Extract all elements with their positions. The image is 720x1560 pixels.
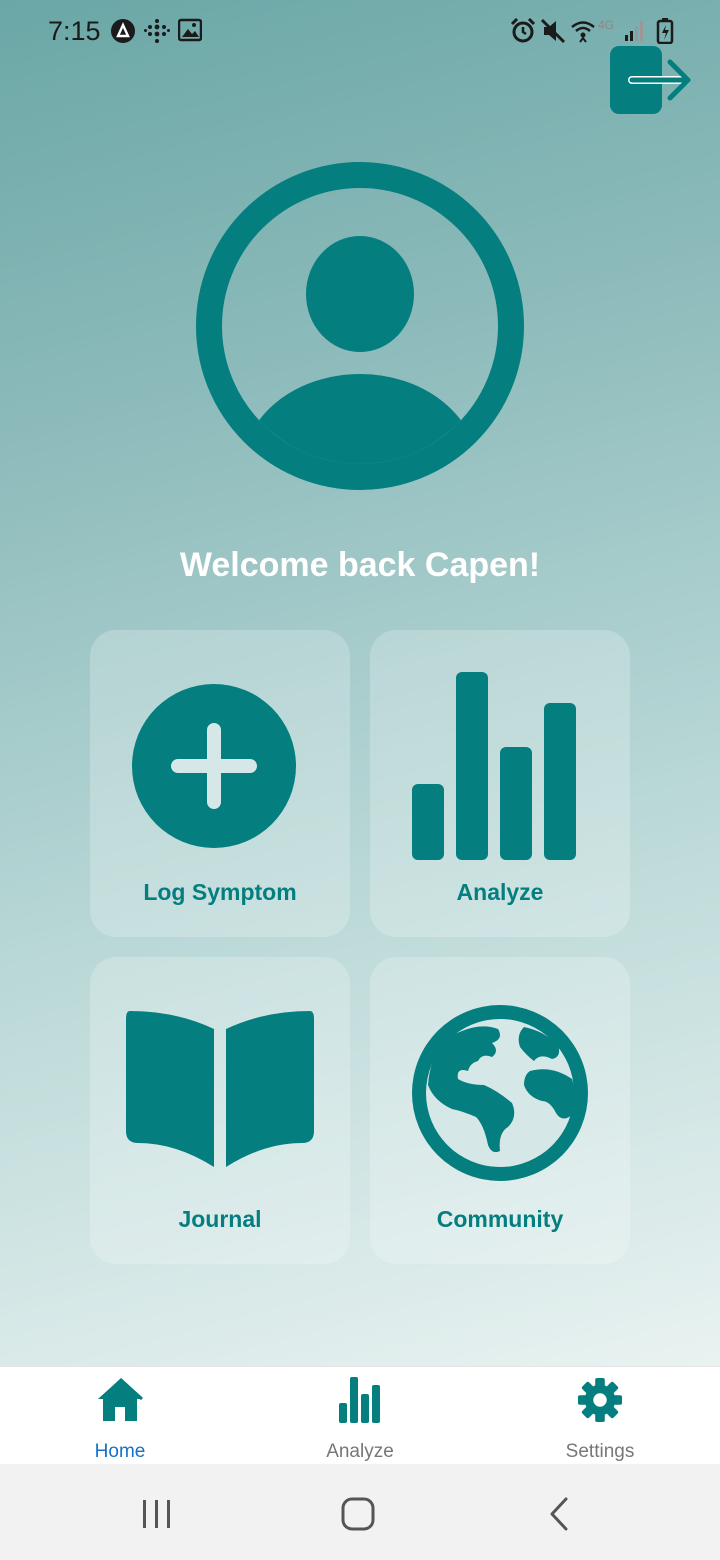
gear-icon <box>577 1377 623 1423</box>
community-tile[interactable]: Community <box>370 957 630 1264</box>
journal-tile[interactable]: Journal <box>90 957 350 1264</box>
status-time: 7:15 <box>48 16 101 46</box>
nav-label-home: Home <box>94 1441 146 1462</box>
wifi-calling-icon <box>571 21 595 43</box>
home-icon <box>98 1377 144 1421</box>
plus-circle-icon <box>132 684 296 848</box>
mute-icon <box>540 18 566 44</box>
app-notification-icon <box>111 19 135 43</box>
log-symptom-tile[interactable]: Log Symptom <box>90 630 350 937</box>
open-book-icon <box>126 1011 314 1167</box>
analyze-tile[interactable]: Analyze <box>370 630 630 937</box>
battery-icon <box>656 18 674 44</box>
alarm-icon <box>510 18 536 43</box>
back-icon[interactable] <box>546 1496 572 1532</box>
dots-grid-icon <box>144 19 170 43</box>
user-avatar-icon <box>196 162 524 490</box>
tile-label-journal: Journal <box>178 1206 262 1232</box>
home-button-icon[interactable] <box>340 1496 376 1532</box>
profile-avatar[interactable] <box>196 162 524 490</box>
logout-button[interactable] <box>608 44 692 116</box>
nav-label-settings: Settings <box>565 1441 635 1462</box>
nav-label-analyze: Analyze <box>326 1441 394 1462</box>
nav-settings[interactable]: Settings <box>480 1367 720 1465</box>
recent-apps-icon[interactable] <box>140 1498 174 1530</box>
nav-analyze[interactable]: Analyze <box>240 1367 480 1465</box>
nav-home[interactable]: Home <box>0 1367 240 1465</box>
image-icon <box>178 18 202 42</box>
app-screen: 7:15 4G Welcome back Capen! Log Symptom … <box>0 0 720 1366</box>
bar-chart-icon <box>339 1377 380 1423</box>
network-type-label: 4G <box>598 18 615 32</box>
bar-chart-icon <box>412 672 576 860</box>
globe-icon <box>412 1005 588 1181</box>
bottom-navigation: Home Analyze Settings <box>0 1366 720 1465</box>
tile-label-community: Community <box>436 1206 564 1232</box>
logout-icon <box>610 46 691 114</box>
tile-label-analyze: Analyze <box>456 879 544 905</box>
signal-icon <box>625 21 643 41</box>
welcome-heading: Welcome back Capen! <box>179 546 541 584</box>
system-navigation-bar <box>0 1464 720 1560</box>
tile-label-log-symptom: Log Symptom <box>143 879 297 905</box>
